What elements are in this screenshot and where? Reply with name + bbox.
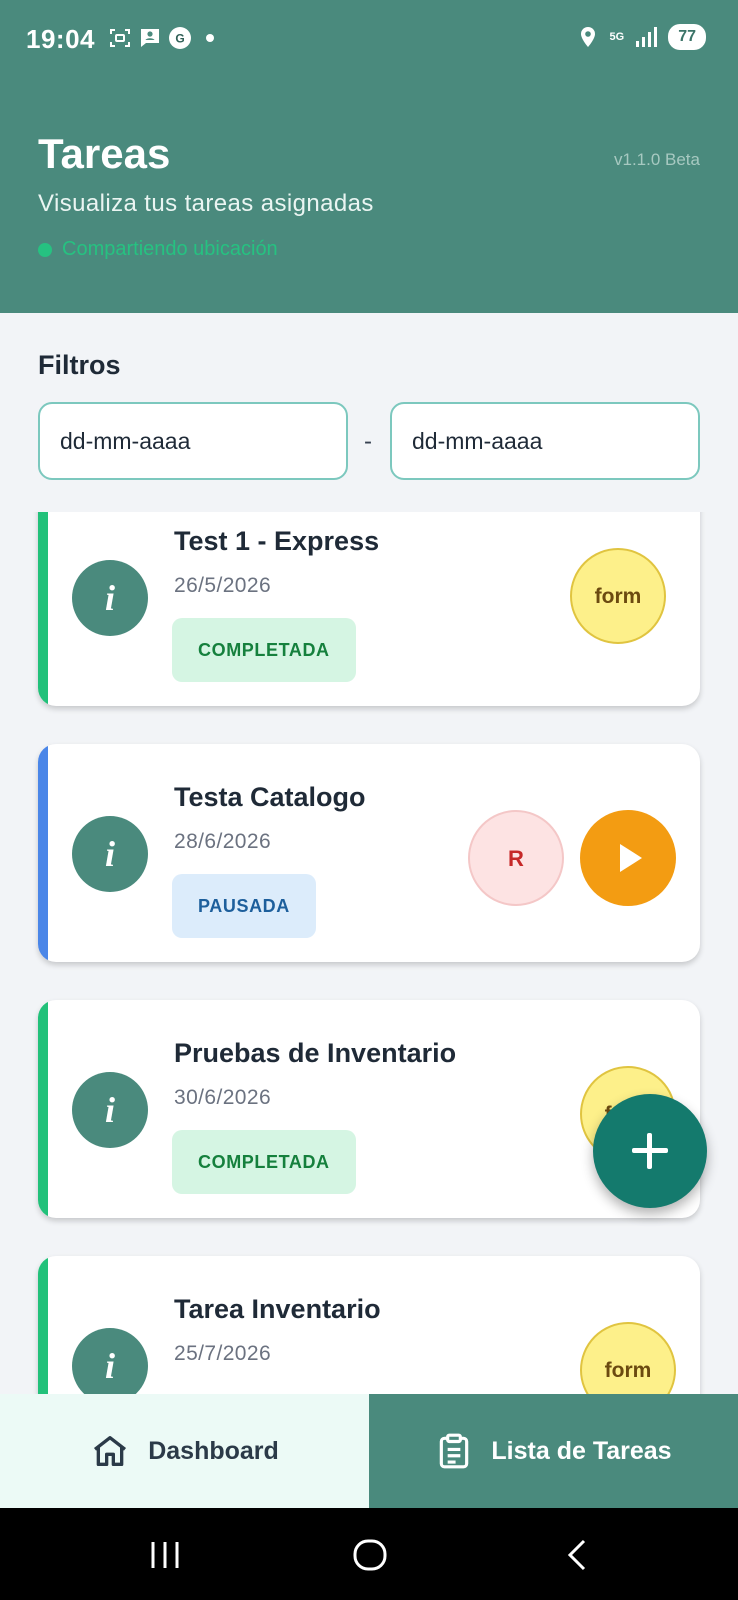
home-button-icon[interactable] <box>352 1538 388 1572</box>
task-date: 28/6/2026 <box>174 830 272 853</box>
task-card[interactable]: i Test 1 - Express 26/5/2026 COMPLETADA … <box>38 512 700 706</box>
nav-task-list-label: Lista de Tareas <box>491 1436 672 1465</box>
form-button[interactable]: form <box>580 1322 676 1394</box>
task-title: Test 1 - Express <box>174 526 380 556</box>
location-status-dot-icon <box>38 242 52 257</box>
date-to-input[interactable] <box>390 402 700 480</box>
home-icon <box>94 1436 127 1466</box>
status-badge: COMPLETADA <box>172 1130 356 1194</box>
clipboard-icon <box>440 1433 469 1469</box>
task-date: 26/5/2026 <box>174 574 272 597</box>
filters-label: Filtros <box>38 350 121 380</box>
notification-icons: G <box>108 26 214 50</box>
play-icon <box>620 844 642 872</box>
task-info-icon[interactable]: i <box>72 560 148 636</box>
task-status-accent <box>38 512 48 706</box>
task-card[interactable]: i Pruebas de Inventario 30/6/2026 COMPLE… <box>38 1000 700 1218</box>
task-date: 30/6/2026 <box>174 1086 272 1109</box>
task-info-icon[interactable]: i <box>72 816 148 892</box>
system-nav-bar <box>0 1508 738 1600</box>
task-status-accent <box>38 744 48 962</box>
report-button[interactable]: R <box>468 810 564 906</box>
screenshot-icon <box>110 29 130 47</box>
nav-dashboard[interactable]: Dashboard <box>0 1394 369 1508</box>
date-from-input[interactable] <box>38 402 348 480</box>
task-status-accent <box>38 1000 48 1218</box>
bottom-nav: Dashboard Lista de Tareas <box>0 1394 738 1508</box>
form-button[interactable]: form <box>570 548 666 644</box>
location-status-text: Compartiendo ubicación <box>62 238 278 260</box>
location-pin-icon <box>580 27 595 47</box>
task-card[interactable]: i Testa Catalogo 28/6/2026 PAUSADA R <box>38 744 700 962</box>
task-card[interactable]: i Tarea Inventario 25/7/2026 form <box>38 1256 700 1394</box>
more-notifications-dot <box>206 34 214 42</box>
battery-indicator: 77 <box>668 24 706 50</box>
contact-message-icon <box>141 29 159 47</box>
date-range-separator: - <box>364 428 372 455</box>
network-type: 5G <box>609 30 625 43</box>
app-location-icon: G <box>169 27 191 49</box>
nav-dashboard-label: Dashboard <box>148 1436 279 1465</box>
status-badge: COMPLETADA <box>172 618 356 682</box>
back-icon[interactable] <box>564 1538 590 1572</box>
task-info-icon[interactable]: i <box>72 1328 148 1394</box>
status-bar: 19:04 G 5G 77 <box>0 0 738 80</box>
page-header: Tareas v1.1.0 Beta Visualiza tus tareas … <box>0 80 738 313</box>
task-title: Testa Catalogo <box>174 782 366 812</box>
system-status-icons: 5G 77 <box>576 24 706 50</box>
task-info-icon[interactable]: i <box>72 1072 148 1148</box>
status-time: 19:04 <box>26 24 95 54</box>
task-date: 25/7/2026 <box>174 1342 272 1365</box>
recent-apps-icon[interactable] <box>148 1538 182 1572</box>
status-badge: PAUSADA <box>172 874 316 938</box>
task-title: Tarea Inventario <box>174 1294 381 1324</box>
resume-button[interactable] <box>580 810 676 906</box>
svg-text:G: G <box>175 32 184 46</box>
location-status: Compartiendo ubicación <box>38 238 278 261</box>
page-title: Tareas <box>38 130 171 177</box>
add-task-button[interactable] <box>593 1094 707 1208</box>
task-title: Pruebas de Inventario <box>174 1038 457 1068</box>
page-subtitle: Visualiza tus tareas asignadas <box>38 190 374 217</box>
task-status-accent <box>38 1256 48 1394</box>
task-list[interactable]: i Test 1 - Express 26/5/2026 COMPLETADA … <box>0 512 738 1394</box>
app-version: v1.1.0 Beta <box>613 150 700 169</box>
nav-task-list[interactable]: Lista de Tareas <box>369 1394 738 1508</box>
signal-icon <box>636 27 658 47</box>
